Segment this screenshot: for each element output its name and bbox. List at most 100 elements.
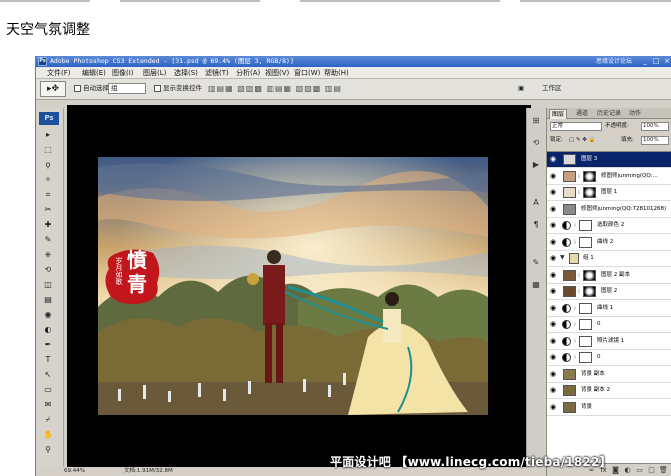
layer-thumbnail[interactable] — [563, 187, 576, 198]
eye-icon[interactable]: ◉ — [549, 271, 557, 279]
history-brush-icon[interactable]: ⟲ — [42, 265, 54, 275]
layer-thumbnail[interactable] — [563, 385, 576, 396]
folder-icon[interactable]: ▭ — [635, 466, 644, 475]
expand-icon[interactable]: ▼ — [560, 254, 565, 262]
move-icon[interactable]: ▸ — [42, 130, 54, 140]
healing-icon[interactable]: ✚ — [42, 220, 54, 230]
marquee-icon[interactable]: ⬚ — [42, 145, 54, 155]
bridge-button[interactable]: ▣ — [518, 83, 524, 94]
magic-wand-icon[interactable]: ✧ — [42, 175, 54, 185]
layer-mask-thumbnail[interactable] — [583, 170, 596, 182]
link-icon[interactable]: ⁞ — [574, 305, 578, 312]
layer-row[interactable]: ◉ ⁞ 图层 2 — [547, 284, 671, 300]
paragraph-icon[interactable]: ¶ — [531, 220, 541, 230]
tool-preset-picker[interactable]: ▸✥ — [40, 81, 66, 97]
type-icon[interactable]: T — [42, 355, 54, 365]
swatches-icon[interactable]: ▦ — [531, 280, 541, 290]
layer-row[interactable]: ◉ ⁞ 照片滤镜 1 — [547, 334, 671, 350]
layer-mask-thumbnail[interactable] — [579, 236, 592, 248]
layer-mask-thumbnail[interactable] — [583, 269, 596, 281]
hand-icon[interactable]: ✋ — [42, 430, 54, 440]
menu-item[interactable]: 图像(I) — [112, 68, 134, 78]
slice-icon[interactable]: ✂ — [42, 205, 54, 215]
lock-icons[interactable]: ▢ ✎ ✥ 🔒 — [569, 136, 596, 145]
link-icon[interactable]: ⁞ — [578, 173, 582, 180]
auto-select-dropdown[interactable]: 组 — [108, 83, 146, 94]
link-icon[interactable]: ⁞ — [574, 321, 578, 328]
eye-icon[interactable]: ◉ — [549, 370, 557, 378]
brush-icon[interactable]: ✎ — [42, 235, 54, 245]
layer-mask-thumbnail[interactable] — [583, 187, 596, 198]
eye-icon[interactable]: ◉ — [549, 320, 557, 328]
eye-icon[interactable]: ◉ — [549, 205, 557, 213]
link-icon[interactable]: ⁞ — [578, 189, 582, 196]
layer-row[interactable]: ◉ 图层 3 — [547, 152, 671, 168]
fill-input[interactable]: 100% — [641, 136, 669, 145]
opacity-input[interactable]: 100% — [641, 122, 669, 131]
panel-tab[interactable]: 动作 — [627, 109, 643, 119]
navigator-icon[interactable]: ⊞ — [531, 116, 541, 126]
clone-stamp-icon[interactable]: ⎈ — [42, 250, 54, 260]
actions-icon[interactable]: ▶ — [531, 160, 541, 170]
link-icon[interactable]: ⁞ — [574, 354, 578, 361]
menu-item[interactable]: 滤镜(T) — [205, 68, 229, 78]
menu-item[interactable]: 视图(V) — [265, 68, 289, 78]
align-buttons-icon[interactable]: ▥▤▦ ▧▨▩ ▥▤▦ ▧▨▩ ▥▤ — [208, 84, 342, 93]
maximize-button[interactable]: □ — [651, 57, 661, 66]
layer-row[interactable]: ◉ 背景 副本 — [547, 367, 671, 383]
eye-icon[interactable]: ◉ — [549, 254, 557, 262]
blend-mode-dropdown[interactable]: 正常 — [550, 122, 602, 131]
panel-tab[interactable]: 图层 — [549, 109, 568, 119]
layer-mask-thumbnail[interactable] — [579, 335, 592, 347]
eye-icon[interactable]: ◉ — [549, 221, 557, 229]
layer-mask-thumbnail[interactable] — [579, 319, 592, 330]
adjustment-icon[interactable]: ◐ — [623, 466, 632, 475]
layer-thumbnail[interactable] — [563, 154, 576, 165]
eye-icon[interactable]: ◉ — [549, 188, 557, 196]
layer-row[interactable]: ◉ ⁞ 选取颜色 2 — [547, 218, 671, 234]
layer-thumbnail[interactable] — [563, 286, 576, 297]
menu-item[interactable]: 图层(L) — [143, 68, 166, 78]
eye-icon[interactable]: ◉ — [549, 337, 557, 345]
crop-icon[interactable]: ⌗ — [42, 190, 54, 200]
menu-item[interactable]: 窗口(W) — [294, 68, 320, 78]
auto-select-checkbox[interactable] — [74, 85, 81, 92]
minimize-button[interactable]: _ — [640, 57, 650, 66]
layer-thumbnail[interactable] — [563, 269, 576, 281]
layer-row[interactable]: ◉ 背景 副本 2 — [547, 383, 671, 399]
link-icon[interactable]: ⁞ — [574, 338, 578, 345]
layer-row[interactable]: ◉ ⁞ 0 — [547, 317, 671, 333]
dodge-icon[interactable]: ◐ — [42, 325, 54, 335]
show-transform-checkbox[interactable] — [154, 85, 161, 92]
layer-row[interactable]: ◉ ⁞ 0 — [547, 350, 671, 366]
path-select-icon[interactable]: ↖ — [42, 370, 54, 380]
layer-row[interactable]: ◉ ⁞ 图层 2 副本 — [547, 268, 671, 284]
brushes-icon[interactable]: ✎ — [531, 258, 541, 268]
trash-icon[interactable]: 🗑 — [659, 466, 668, 475]
layer-thumbnail[interactable] — [563, 401, 576, 413]
panel-tab[interactable]: 通道 — [574, 109, 590, 119]
link-icon[interactable]: ⁞ — [574, 222, 578, 229]
eyedropper-icon[interactable]: ⌿ — [42, 415, 54, 425]
character-icon[interactable]: A — [531, 198, 541, 208]
layer-row[interactable]: ◉ ⁞ 图层 1 — [547, 185, 671, 201]
pen-icon[interactable]: ✒ — [42, 340, 54, 350]
eye-icon[interactable]: ◉ — [549, 238, 557, 246]
lasso-icon[interactable]: ϙ — [42, 160, 54, 170]
link-icon[interactable]: ⁞ — [578, 288, 582, 295]
layer-mask-thumbnail[interactable] — [579, 220, 592, 231]
eye-icon[interactable]: ◉ — [549, 403, 557, 411]
new-layer-icon[interactable]: ▢ — [647, 466, 656, 475]
eye-icon[interactable]: ◉ — [549, 353, 557, 361]
close-button[interactable]: × — [662, 57, 671, 66]
link-icon[interactable]: ⁞ — [578, 272, 582, 279]
panel-tab[interactable]: 历史记录 — [595, 109, 623, 119]
menu-item[interactable]: 选择(S) — [174, 68, 198, 78]
workspace-button[interactable]: 工作区 — [542, 83, 562, 94]
zoom-icon[interactable]: ⚲ — [42, 445, 54, 455]
layer-row[interactable]: ◉ ⁞ 修图师junming(QQ:... — [547, 169, 671, 185]
document-canvas[interactable]: 岁月如歌 憤 青 — [67, 105, 531, 467]
menu-item[interactable]: 帮助(H) — [324, 68, 349, 78]
layer-row[interactable]: ◉ ⁞ 曲线 1 — [547, 301, 671, 317]
menu-item[interactable]: 分析(A) — [236, 68, 260, 78]
